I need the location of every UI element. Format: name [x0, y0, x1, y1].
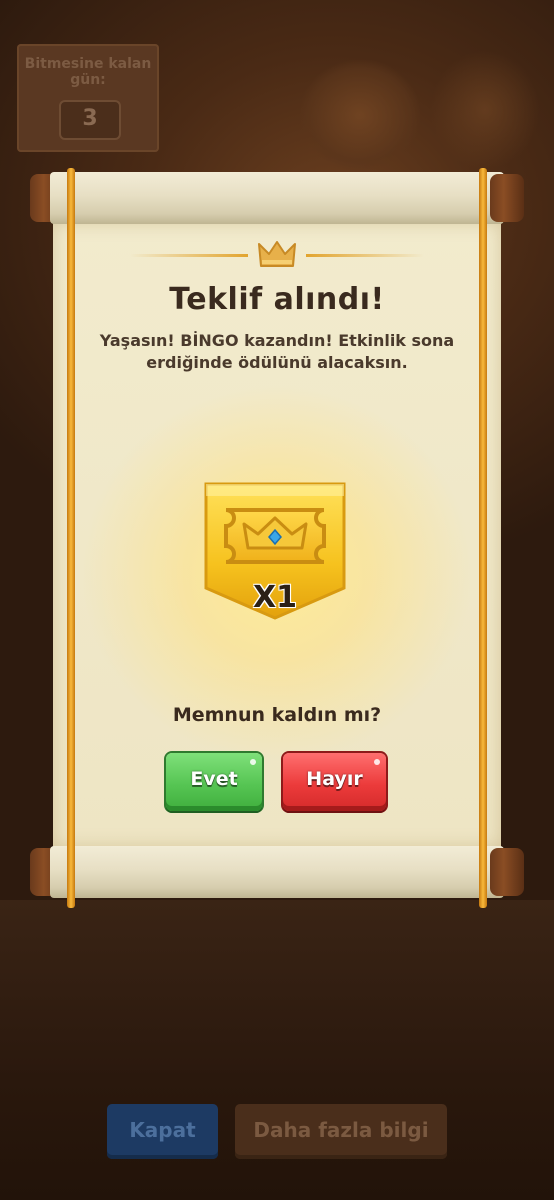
rod-end: [490, 848, 524, 896]
reward-count: X1: [252, 580, 297, 615]
yes-button-label: Evet: [190, 768, 238, 790]
scroll-gold-edge-left: [67, 168, 75, 908]
dialog-message: Yaşasın! BİNGO kazandın! Etkinlik sona e…: [99, 331, 455, 372]
title-decoration-line: [130, 254, 248, 257]
yes-button[interactable]: Evet: [166, 753, 262, 811]
background-character: [430, 50, 540, 170]
scroll-bottom-rod: [30, 846, 524, 898]
rod-end: [490, 174, 524, 222]
button-shine: [250, 759, 256, 765]
days-remaining-label: Bitmesine kalan gün:: [24, 56, 152, 88]
satisfaction-question: Memnun kaldın mı?: [172, 704, 382, 726]
more-info-button[interactable]: Daha fazla bilgi: [235, 1104, 447, 1159]
rod-bar: [50, 172, 504, 224]
no-button-label: Hayır: [306, 768, 363, 790]
background-character: [300, 60, 420, 170]
dialog-title: Teklif alındı!: [169, 282, 385, 317]
button-shine: [374, 759, 380, 765]
crown-icon: [258, 241, 296, 267]
rod-bar: [50, 846, 504, 898]
title-decoration-line: [306, 254, 424, 257]
scroll-top-rod: [30, 172, 524, 224]
close-button[interactable]: Kapat: [107, 1104, 218, 1159]
no-button[interactable]: Hayır: [283, 753, 386, 811]
scroll-gold-edge-right: [479, 168, 487, 908]
days-remaining-panel: Bitmesine kalan gün: 3: [17, 44, 159, 152]
days-remaining-box: 3: [59, 100, 121, 140]
days-remaining-value: 3: [82, 106, 98, 131]
